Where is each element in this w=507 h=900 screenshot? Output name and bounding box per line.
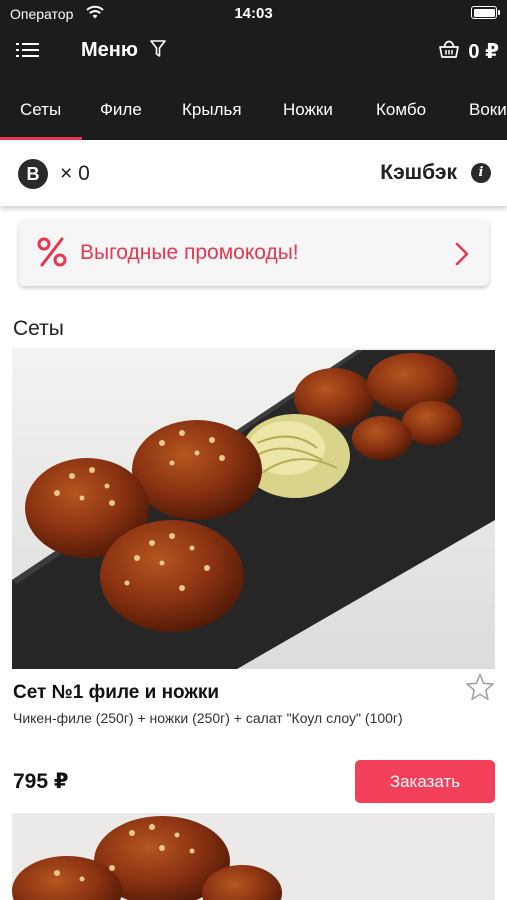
cart-basket-icon[interactable] <box>438 38 460 65</box>
filter-icon[interactable] <box>150 39 166 64</box>
app-header: Оператор 14:03 Меню 0 ₽ Сеты Филе Крылья… <box>0 0 507 140</box>
tab-drumsticks[interactable]: Ножки <box>283 100 333 120</box>
promo-codes-banner[interactable]: Выгодные промокоды! <box>19 220 489 286</box>
tab-sets[interactable]: Сеты <box>20 100 61 120</box>
product-photo[interactable] <box>12 813 495 900</box>
product-photo[interactable] <box>12 348 495 669</box>
star-outline-icon[interactable] <box>465 673 495 706</box>
product-description: Чикен-филе (250г) + ножки (250г) + салат… <box>13 710 403 726</box>
bonus-badge-icon: B <box>18 159 48 189</box>
section-title: Сеты <box>13 317 64 340</box>
chevron-right-icon <box>455 242 469 271</box>
tab-woks[interactable]: Воки <box>469 100 507 120</box>
bonus-count: × 0 <box>60 162 90 185</box>
tab-fillet[interactable]: Филе <box>100 100 142 120</box>
tab-combo[interactable]: Комбо <box>376 100 426 120</box>
battery-icon <box>471 6 500 19</box>
tab-wings[interactable]: Крылья <box>182 100 242 120</box>
cashback-label[interactable]: Кэшбэк <box>380 161 457 185</box>
order-button[interactable]: Заказать <box>355 760 495 803</box>
status-bar: Оператор 14:03 <box>0 0 507 28</box>
cashback-bar: B × 0 Кэшбэк i <box>0 140 507 206</box>
fried-chicken-set-image <box>12 348 495 669</box>
product-name[interactable]: Сет №1 филе и ножки <box>13 682 219 704</box>
clock: 14:03 <box>234 5 273 22</box>
product-price: 795 ₽ <box>13 770 69 793</box>
percent-icon <box>37 236 67 273</box>
promo-label: Выгодные промокоды! <box>80 241 299 264</box>
menu-list-icon[interactable] <box>16 40 40 60</box>
fried-chicken-image <box>12 813 495 900</box>
page-title: Меню <box>81 39 138 61</box>
nav-bar: Меню 0 ₽ <box>0 30 507 72</box>
info-icon[interactable]: i <box>471 163 491 183</box>
cart-total[interactable]: 0 ₽ <box>468 39 499 64</box>
category-tabs: Сеты Филе Крылья Ножки Комбо Воки <box>0 92 507 140</box>
